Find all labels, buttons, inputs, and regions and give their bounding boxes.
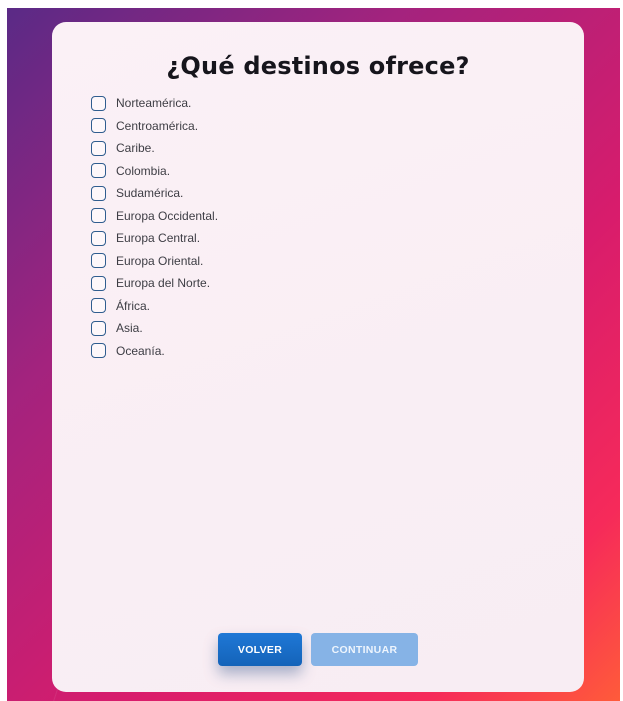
checkbox[interactable] (91, 185, 106, 201)
option-centroamerica[interactable]: Centroamérica. (91, 115, 218, 138)
back-button[interactable]: VOLVER (218, 633, 302, 666)
checkbox[interactable] (91, 320, 106, 336)
option-label: África. (116, 298, 151, 313)
checkbox[interactable] (91, 230, 106, 246)
question-card: ¿Qué destinos ofrece? Norteamérica. Cent… (52, 22, 584, 692)
option-label: Asia. (116, 321, 143, 336)
option-europa-oriental[interactable]: Europa Oriental. (91, 250, 218, 273)
option-europa-occidental[interactable]: Europa Occidental. (91, 205, 218, 228)
checkbox[interactable] (91, 343, 106, 359)
continue-button[interactable]: CONTINUAR (311, 633, 418, 666)
checkbox[interactable] (91, 275, 106, 291)
option-label: Europa Oriental. (116, 253, 204, 268)
option-label: Colombia. (116, 163, 171, 178)
checkbox[interactable] (91, 140, 106, 156)
checkbox[interactable] (91, 208, 106, 224)
checkbox[interactable] (91, 298, 106, 314)
option-label: Oceanía. (116, 343, 165, 358)
checkbox[interactable] (91, 253, 106, 269)
option-oceania[interactable]: Oceanía. (91, 340, 218, 363)
checkbox[interactable] (91, 118, 106, 134)
option-colombia[interactable]: Colombia. (91, 160, 218, 183)
option-label: Sudamérica. (116, 186, 184, 201)
option-label: Europa Central. (116, 231, 201, 246)
option-asia[interactable]: Asia. (91, 317, 218, 340)
option-label: Norteamérica. (116, 96, 192, 111)
option-europa-central[interactable]: Europa Central. (91, 227, 218, 250)
destination-options-list: Norteamérica. Centroamérica. Caribe. Col… (91, 92, 218, 362)
option-africa[interactable]: África. (91, 295, 218, 318)
page-title: ¿Qué destinos ofrece? (166, 52, 470, 80)
option-sudamerica[interactable]: Sudamérica. (91, 182, 218, 205)
option-label: Europa del Norte. (116, 276, 211, 291)
checkbox[interactable] (91, 95, 106, 111)
option-label: Caribe. (116, 141, 155, 156)
option-caribe[interactable]: Caribe. (91, 137, 218, 160)
option-label: Europa Occidental. (116, 208, 219, 223)
option-label: Centroamérica. (116, 118, 199, 133)
option-norteamerica[interactable]: Norteamérica. (91, 92, 218, 115)
checkbox[interactable] (91, 163, 106, 179)
navigation-buttons: VOLVER CONTINUAR (218, 633, 418, 666)
option-europa-del-norte[interactable]: Europa del Norte. (91, 272, 218, 295)
